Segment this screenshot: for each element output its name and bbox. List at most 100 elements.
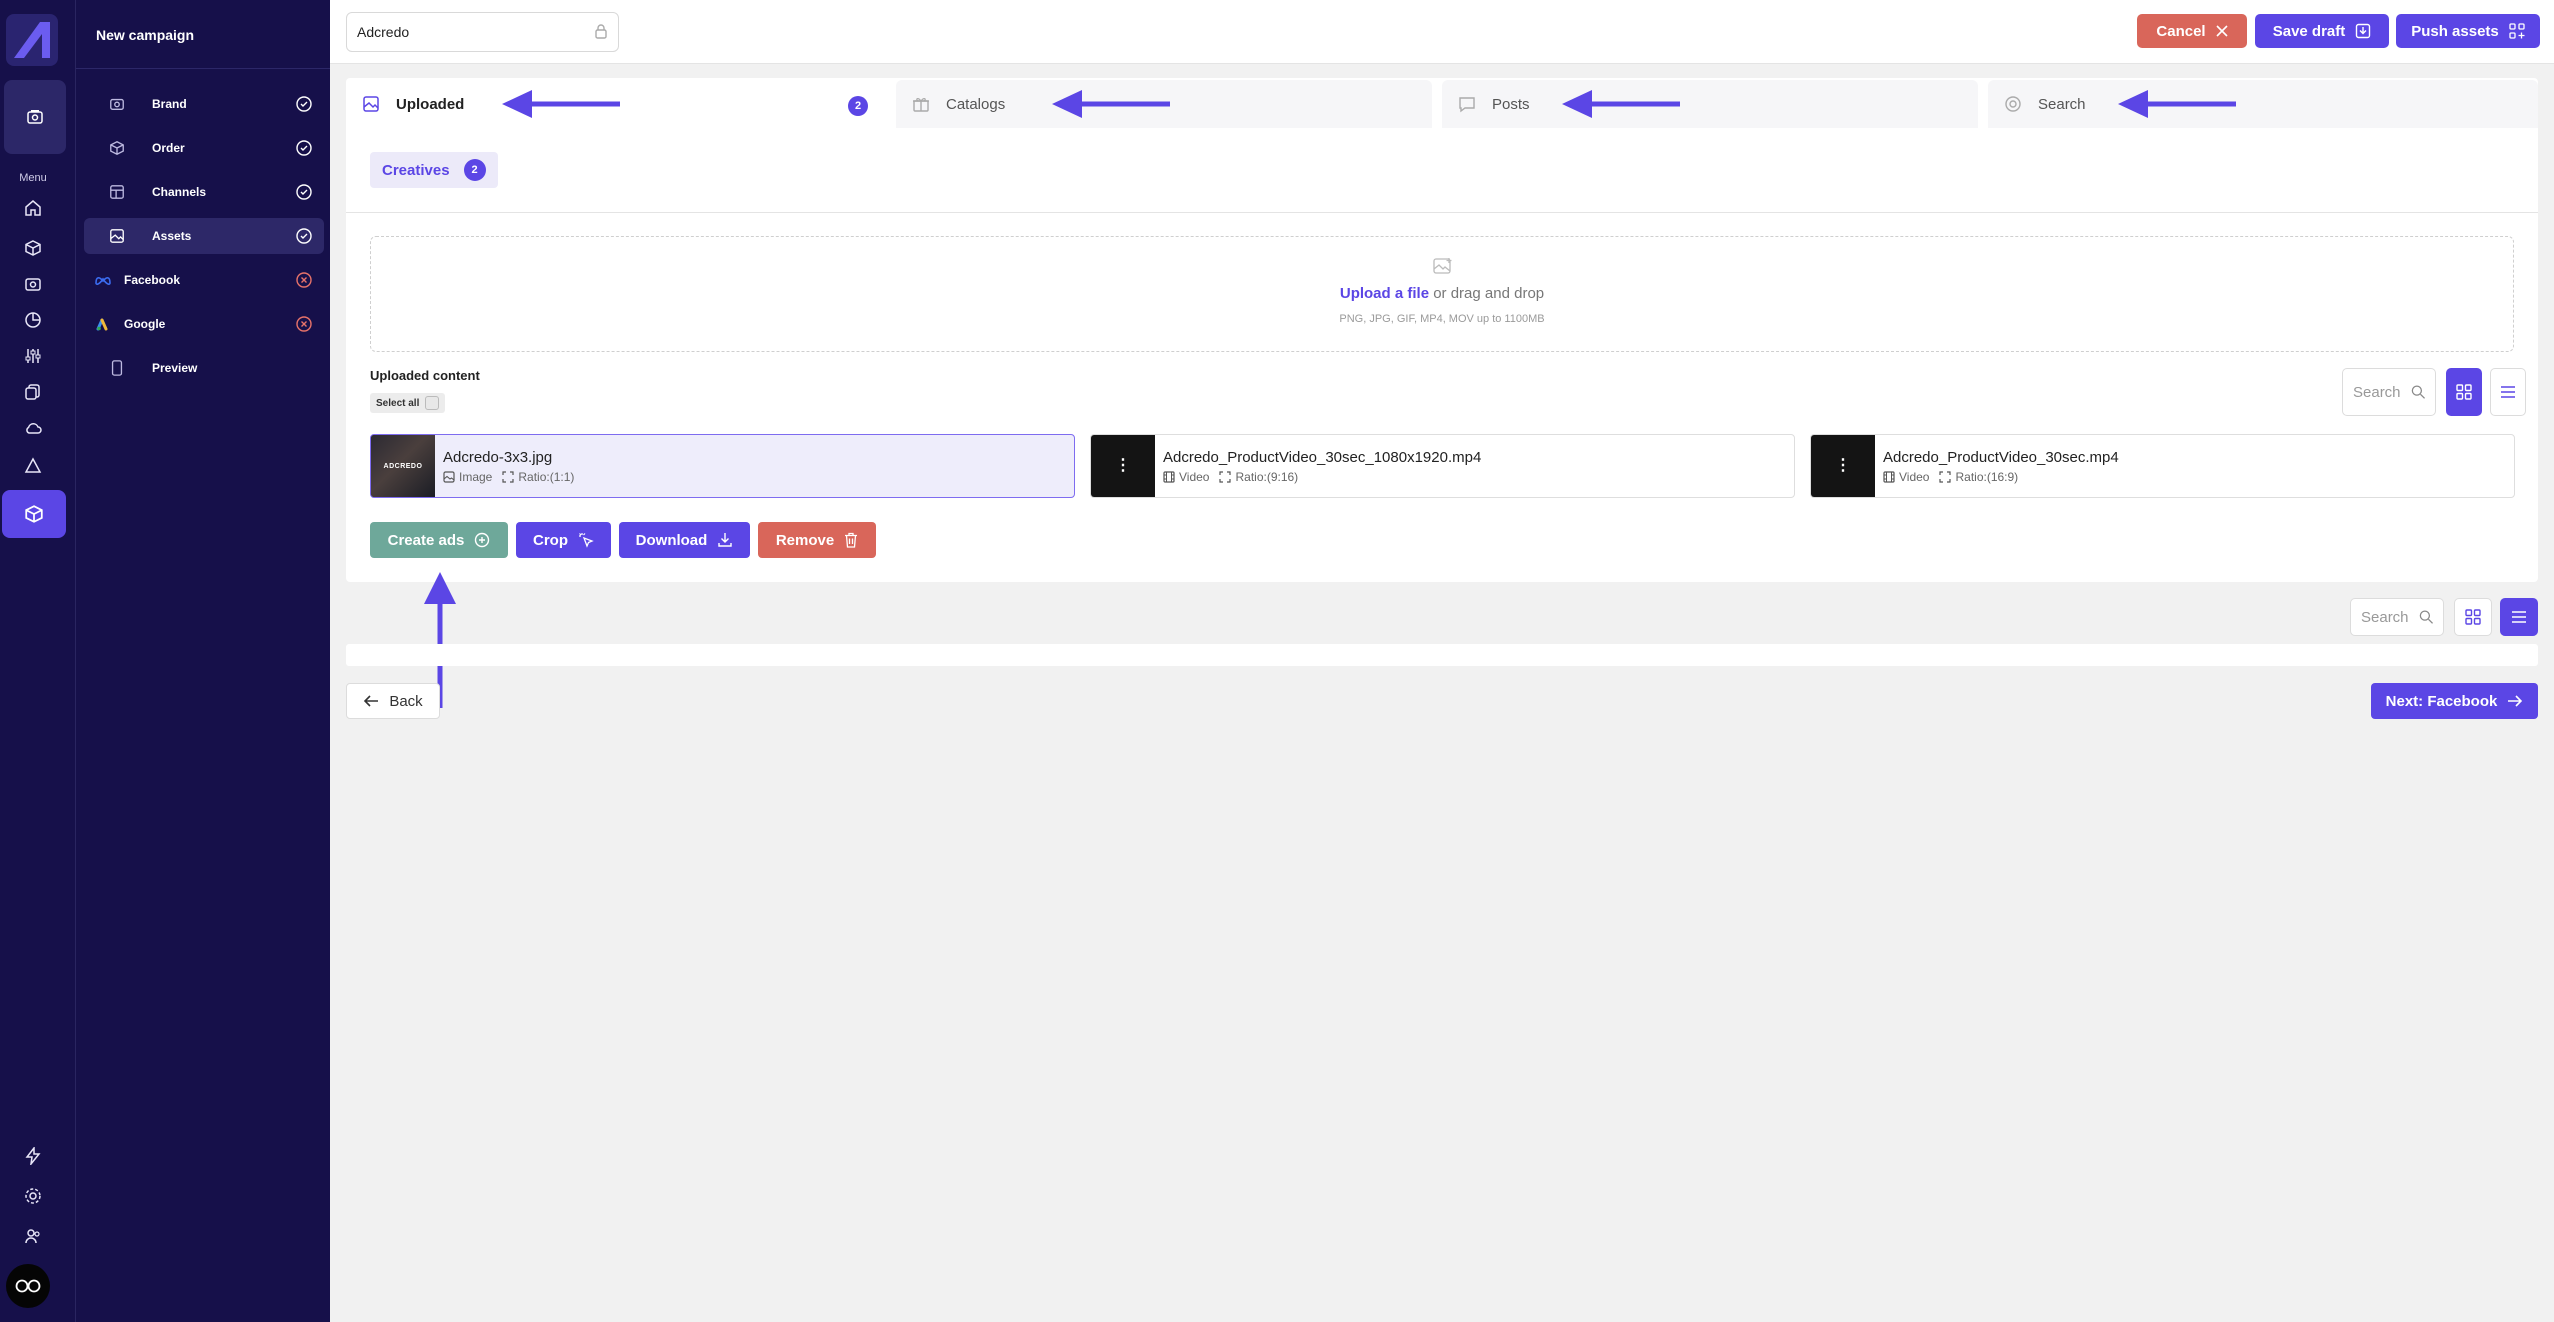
section-divider xyxy=(346,212,2538,213)
select-all-toggle[interactable]: Select all xyxy=(370,393,446,413)
search-placeholder: Search xyxy=(2361,608,2409,626)
tab-search[interactable]: Search xyxy=(1988,80,2538,128)
nav-item-google[interactable]: Google xyxy=(84,306,324,342)
annotation-arrow-left-icon xyxy=(1052,90,1170,118)
asset-ratio: Ratio:(1:1) xyxy=(518,469,575,484)
home-icon[interactable] xyxy=(19,194,47,222)
list-icon xyxy=(2501,386,2515,398)
campaign-name-field[interactable]: Adcredo xyxy=(346,12,619,52)
campaigns-icon xyxy=(27,110,43,124)
create-ads-label: Create ads xyxy=(387,531,465,549)
logo-icon xyxy=(14,22,50,58)
dropzone-hint: PNG, JPG, GIF, MP4, MOV up to 1100MB xyxy=(1339,313,1545,325)
copy-icon[interactable] xyxy=(19,378,47,406)
gift-icon xyxy=(913,98,929,112)
lock-icon xyxy=(594,23,608,42)
lower-list-view-button[interactable] xyxy=(2500,598,2538,636)
download-label: Download xyxy=(635,531,708,549)
pie-chart-icon[interactable] xyxy=(19,306,47,334)
check-circle-icon xyxy=(294,226,314,246)
more-vertical-icon[interactable]: ⋮ xyxy=(1115,458,1131,474)
cancel-label: Cancel xyxy=(2156,22,2206,40)
upload-file-link[interactable]: Upload a file xyxy=(1340,285,1429,302)
select-all-checkbox[interactable] xyxy=(425,396,440,410)
image-icon xyxy=(102,228,132,244)
push-assets-button[interactable]: Push assets xyxy=(2396,14,2540,48)
package-rail-button[interactable] xyxy=(2,490,66,538)
bolt-icon[interactable] xyxy=(19,1142,47,1170)
trash-icon xyxy=(845,532,858,548)
crop-label: Crop xyxy=(533,531,568,549)
sub-tab-label: Creatives xyxy=(382,161,450,179)
plus-circle-icon xyxy=(475,532,490,548)
asset-filename: Adcredo-3x3.jpg xyxy=(443,448,553,466)
nav-item-channels[interactable]: Channels xyxy=(84,174,324,210)
gear-icon[interactable] xyxy=(19,1182,47,1210)
user-avatar[interactable] xyxy=(6,1264,50,1308)
nav-item-label: Google xyxy=(124,317,166,331)
push-assets-label: Push assets xyxy=(2411,22,2499,40)
asset-type: Video xyxy=(1899,469,1930,484)
crop-button[interactable]: Crop xyxy=(516,522,611,558)
film-icon xyxy=(1163,470,1175,483)
x-circle-icon xyxy=(294,314,314,334)
nav-item-facebook[interactable]: Facebook xyxy=(84,262,324,298)
more-vertical-icon[interactable]: ⋮ xyxy=(1835,458,1851,474)
tab-posts[interactable]: Posts xyxy=(1442,80,1978,128)
nav-item-label: Facebook xyxy=(124,273,181,287)
campaigns-rail-button[interactable] xyxy=(4,80,66,154)
dropzone-instruction: Upload a file or drag and drop xyxy=(371,285,2513,302)
download-button[interactable]: Download xyxy=(619,522,750,558)
grid-icon xyxy=(2465,609,2481,625)
grid-plus-icon xyxy=(2509,23,2525,39)
nav-item-brand[interactable]: Brand xyxy=(84,86,324,122)
remove-button[interactable]: Remove xyxy=(758,522,876,558)
annotation-arrow-left-icon xyxy=(502,90,620,118)
cancel-button[interactable]: Cancel xyxy=(2137,14,2247,48)
package-icon xyxy=(25,505,43,523)
list-icon xyxy=(2512,611,2526,623)
lower-grid-view-button[interactable] xyxy=(2454,598,2492,636)
cloud-icon[interactable] xyxy=(19,414,47,442)
asset-thumbnail: ADCREDO xyxy=(371,435,435,497)
box-icon[interactable] xyxy=(19,234,47,262)
asset-type: Video xyxy=(1179,469,1210,484)
drag-drop-text: or drag and drop xyxy=(1429,285,1545,302)
menu-label: Menu xyxy=(19,172,47,184)
check-circle-icon xyxy=(294,182,314,202)
sub-tab-creatives[interactable]: Creatives 2 xyxy=(370,152,498,188)
download-icon xyxy=(718,533,733,547)
asset-card[interactable]: ⋮ Adcredo_ProductVideo_30sec.mp4 Video R… xyxy=(1810,434,2515,498)
search-icon xyxy=(2419,610,2433,624)
users-icon[interactable] xyxy=(19,1222,47,1250)
tab-label: Catalogs xyxy=(946,95,1006,113)
tab-count-badge: 2 xyxy=(848,96,868,116)
lower-search-input[interactable]: Search xyxy=(2350,598,2444,636)
asset-type: Image xyxy=(459,469,493,484)
sliders-icon[interactable] xyxy=(19,342,47,370)
next-label: Next: Facebook xyxy=(2385,692,2498,710)
expand-icon xyxy=(1219,470,1232,483)
asset-card[interactable]: ⋮ Adcredo_ProductVideo_30sec_1080x1920.m… xyxy=(1090,434,1795,498)
nav-item-order[interactable]: Order xyxy=(84,130,324,166)
image-icon xyxy=(443,470,455,483)
camera-icon[interactable] xyxy=(19,270,47,298)
save-draft-button[interactable]: Save draft xyxy=(2255,14,2389,48)
x-circle-icon xyxy=(294,270,314,290)
save-draft-label: Save draft xyxy=(2272,22,2346,40)
content-search-input[interactable]: Search xyxy=(2342,368,2436,416)
next-facebook-button[interactable]: Next: Facebook xyxy=(2371,683,2538,719)
create-ads-button[interactable]: Create ads xyxy=(370,522,508,558)
nav-item-preview[interactable]: Preview xyxy=(84,350,324,386)
list-view-button[interactable] xyxy=(2490,368,2526,416)
alert-icon[interactable] xyxy=(19,452,47,480)
main-content: Adcredo Cancel Save draft Push assets Up… xyxy=(330,0,2554,1322)
cursor-click-icon xyxy=(579,533,594,548)
upload-dropzone[interactable]: Upload a file or drag and drop PNG, JPG,… xyxy=(370,236,2514,352)
asset-card[interactable]: ADCREDO Adcredo-3x3.jpg Image Ratio:(1:1… xyxy=(370,434,1075,498)
search-icon xyxy=(2411,385,2425,399)
nav-item-assets[interactable]: Assets xyxy=(84,218,324,254)
back-button[interactable]: Back xyxy=(346,683,440,719)
app-logo[interactable] xyxy=(6,14,58,66)
grid-view-button[interactable] xyxy=(2446,368,2482,416)
